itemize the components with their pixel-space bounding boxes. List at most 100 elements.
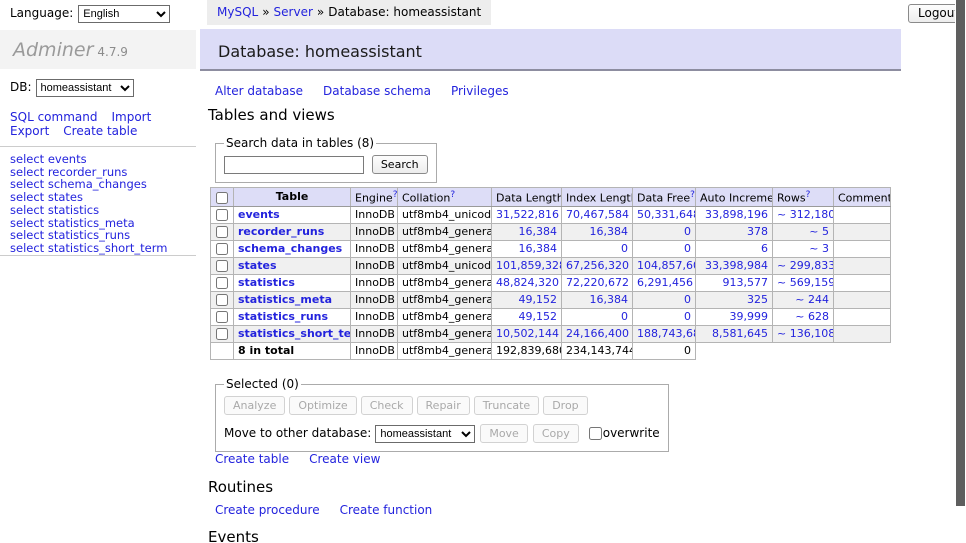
index-length-link[interactable]: 0 — [621, 310, 628, 323]
data-length-link[interactable]: 101,859,328 — [496, 259, 562, 272]
data-free-link[interactable]: 50,331,648 — [637, 208, 696, 221]
index-length-link[interactable]: 72,220,672 — [566, 276, 629, 289]
index-length-link[interactable]: 16,384 — [590, 225, 629, 238]
index-length-link[interactable]: 16,384 — [590, 293, 629, 306]
data-free-link[interactable]: 6,291,456 — [637, 276, 693, 289]
table-name-link[interactable]: statistics_meta — [238, 293, 332, 306]
rows-link[interactable]: ~ 569,159 — [777, 276, 834, 289]
overwrite-option: overwrite — [589, 426, 660, 440]
index-length-link[interactable]: 0 — [621, 242, 628, 255]
auto-increment-link[interactable]: 33,398,984 — [705, 259, 768, 272]
data-free-link[interactable]: 0 — [684, 293, 691, 306]
adminer-brand-band: Adminer4.7.9 — [0, 30, 196, 69]
sidebar-select-link[interactable]: select events — [10, 153, 167, 166]
index-length-link[interactable]: 70,467,584 — [566, 208, 629, 221]
rows-link[interactable]: ~ 3 — [809, 242, 829, 255]
optimize-button[interactable]: Optimize — [289, 396, 356, 415]
scrollbar-thumb[interactable] — [956, 0, 965, 506]
auto-increment-link[interactable]: 33,898,196 — [705, 208, 768, 221]
data-length-link[interactable]: 49,152 — [519, 310, 558, 323]
table-row: recorder_runsInnoDButf8mb4_general_ci16,… — [211, 223, 891, 240]
sidebar-select-link[interactable]: select statistics — [10, 204, 167, 217]
table-name-link[interactable]: schema_changes — [238, 242, 342, 255]
data-length-link[interactable]: 31,522,816 — [496, 208, 559, 221]
breadcrumb-mysql-link[interactable]: MySQL — [217, 5, 258, 19]
language-select[interactable]: English — [78, 5, 170, 23]
data-free-link[interactable]: 0 — [684, 310, 691, 323]
data-free-link[interactable]: 0 — [684, 225, 691, 238]
rows-link[interactable]: ~ 312,180 — [777, 208, 834, 221]
create-table-link[interactable]: Create table — [215, 452, 289, 466]
auto-increment-link[interactable]: 378 — [747, 225, 768, 238]
repair-button[interactable]: Repair — [417, 396, 470, 415]
row-checkbox[interactable] — [216, 243, 228, 255]
row-checkbox[interactable] — [216, 311, 228, 323]
check-button[interactable]: Check — [361, 396, 413, 415]
overwrite-checkbox[interactable] — [589, 427, 602, 440]
alter-database-link[interactable]: Alter database — [215, 84, 303, 98]
privileges-link[interactable]: Privileges — [451, 84, 509, 98]
db-select[interactable]: homeassistant — [36, 79, 134, 97]
row-checkbox[interactable] — [216, 260, 228, 272]
search-button[interactable]: Search — [372, 155, 428, 174]
data-free-link[interactable]: 104,857,600 — [637, 259, 696, 272]
sidebar-link-sql-command[interactable]: SQL command — [10, 110, 97, 124]
data-length-link[interactable]: 16,384 — [519, 242, 558, 255]
engine-hint-link[interactable]: ? — [393, 190, 398, 200]
breadcrumb-server-link[interactable]: Server — [274, 5, 313, 19]
auto-increment-link[interactable]: 6 — [761, 242, 768, 255]
sidebar-select-link[interactable]: select statistics_short_term — [10, 242, 167, 255]
data-free-link[interactable]: 188,743,680 — [637, 327, 696, 340]
table-name-link[interactable]: statistics — [238, 276, 295, 289]
data-length-link[interactable]: 49,152 — [519, 293, 558, 306]
data-length-link[interactable]: 10,502,144 — [496, 327, 559, 340]
index-length-link[interactable]: 24,166,400 — [566, 327, 629, 340]
database-schema-link[interactable]: Database schema — [323, 84, 431, 98]
create-function-link[interactable]: Create function — [340, 503, 433, 517]
auto-increment-link[interactable]: 913,577 — [723, 276, 769, 289]
data-length-link[interactable]: 16,384 — [519, 225, 558, 238]
data-length-link[interactable]: 48,824,320 — [496, 276, 559, 289]
row-checkbox[interactable] — [216, 328, 228, 340]
data-free-link[interactable]: 0 — [684, 242, 691, 255]
create-procedure-link[interactable]: Create procedure — [215, 503, 320, 517]
page-scrollbar[interactable] — [955, 0, 966, 543]
auto-increment-link[interactable]: 8,581,645 — [712, 327, 768, 340]
sidebar-link-create-table[interactable]: Create table — [63, 124, 137, 138]
collation-hint-link[interactable]: ? — [450, 190, 455, 200]
rows-link[interactable]: ~ 628 — [795, 310, 829, 323]
comment-cell — [834, 308, 891, 325]
rows-link[interactable]: ~ 5 — [809, 225, 829, 238]
search-input[interactable] — [224, 156, 364, 174]
move-database-select[interactable]: homeassistant — [375, 425, 475, 443]
table-name-link[interactable]: events — [238, 208, 280, 221]
select-all-checkbox[interactable] — [216, 192, 228, 204]
rows-link[interactable]: ~ 136,108 — [777, 327, 834, 340]
index-length-link[interactable]: 67,256,320 — [566, 259, 629, 272]
table-name-link[interactable]: statistics_runs — [238, 310, 328, 323]
create-view-link[interactable]: Create view — [309, 452, 380, 466]
row-checkbox[interactable] — [216, 277, 228, 289]
copy-button[interactable]: Copy — [533, 424, 579, 443]
move-button[interactable]: Move — [480, 424, 528, 443]
rows-link[interactable]: ~ 244 — [795, 293, 829, 306]
table-name-link[interactable]: states — [238, 259, 277, 272]
rows-hint-link[interactable]: ? — [806, 190, 811, 200]
analyze-button[interactable]: Analyze — [224, 396, 285, 415]
auto-increment-link[interactable]: 39,999 — [730, 310, 769, 323]
data-free-hint-link[interactable]: ? — [690, 190, 695, 200]
drop-button[interactable]: Drop — [543, 396, 587, 415]
row-checkbox[interactable] — [216, 294, 228, 306]
auto-increment-link[interactable]: 325 — [747, 293, 768, 306]
row-checkbox[interactable] — [216, 226, 228, 238]
row-checkbox[interactable] — [216, 209, 228, 221]
truncate-button[interactable]: Truncate — [474, 396, 539, 415]
sidebar-link-import[interactable]: Import — [111, 110, 151, 124]
sidebar-link-export[interactable]: Export — [10, 124, 49, 138]
table-name-link[interactable]: recorder_runs — [238, 225, 324, 238]
table-row: statistics_metaInnoDButf8mb4_general_ci4… — [211, 291, 891, 308]
row-checkbox-cell — [211, 274, 234, 291]
sidebar-select-link[interactable]: select states — [10, 191, 167, 204]
table-name-link[interactable]: statistics_short_term — [238, 327, 351, 340]
rows-link[interactable]: ~ 299,833 — [777, 259, 834, 272]
